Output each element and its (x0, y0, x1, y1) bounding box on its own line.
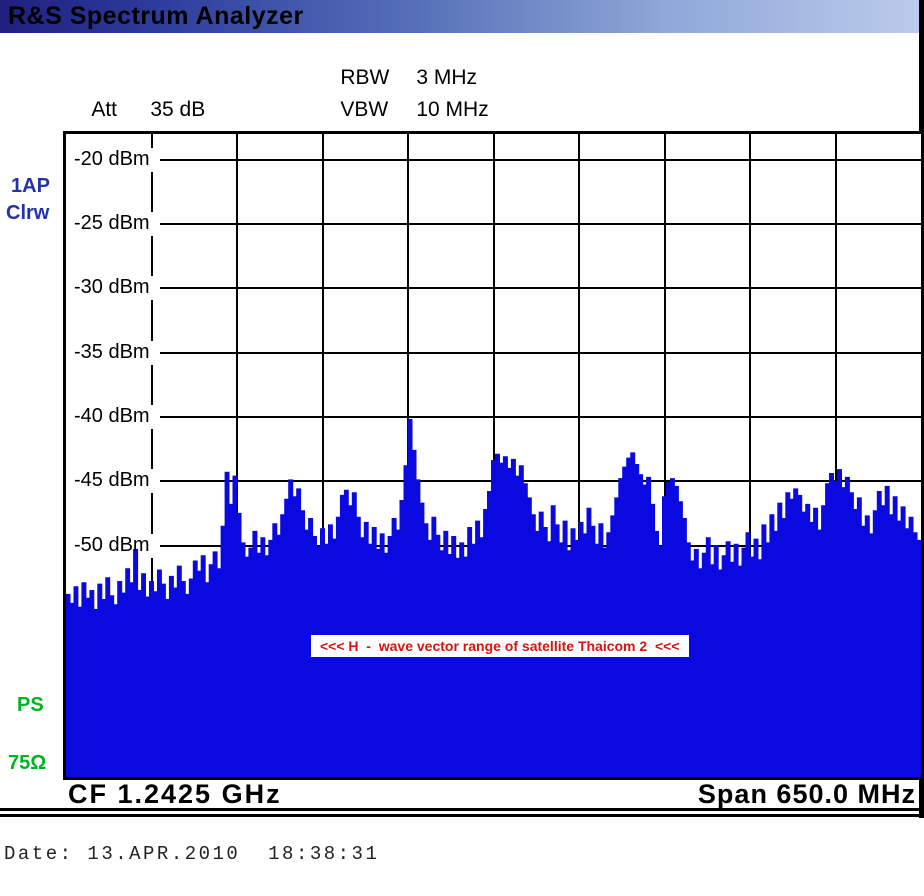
spectrum-trace (66, 420, 921, 778)
y-axis-label: -20 dBm (74, 148, 150, 171)
trace-detector-label: 1AP (11, 175, 50, 198)
preselector-label: PS (17, 694, 44, 717)
spectrum-plot-area: <<< H - wave vector range of satellite T… (63, 131, 924, 780)
date-stamp: Date: 13.APR.2010 18:38:31 (4, 843, 379, 865)
window-title: R&S Spectrum Analyzer (8, 2, 304, 31)
y-axis-label: -50 dBm (74, 534, 150, 557)
center-frequency-readout: CF 1.2425 GHz (68, 779, 282, 810)
spectrum-trace-svg (66, 134, 921, 777)
y-axis-label: -30 dBm (74, 276, 150, 299)
trace-mode-label: Clrw (6, 202, 49, 225)
window-title-bar: R&S Spectrum Analyzer (0, 0, 924, 33)
impedance-label: 75Ω (8, 752, 46, 775)
separator-line-upper (0, 808, 924, 811)
y-axis-label: -25 dBm (74, 212, 150, 235)
spectrum-analyzer-screen: R&S Spectrum Analyzer RBW3 MHz Att35 dB … (0, 0, 924, 896)
satellite-range-annotation: <<< H - wave vector range of satellite T… (311, 635, 689, 657)
y-axis-label: -45 dBm (74, 469, 150, 492)
y-axis-label: -40 dBm (74, 405, 150, 428)
span-readout: Span 650.0 MHz (698, 779, 916, 810)
y-axis-label: -35 dBm (74, 341, 150, 364)
separator-line-lower (0, 814, 924, 817)
